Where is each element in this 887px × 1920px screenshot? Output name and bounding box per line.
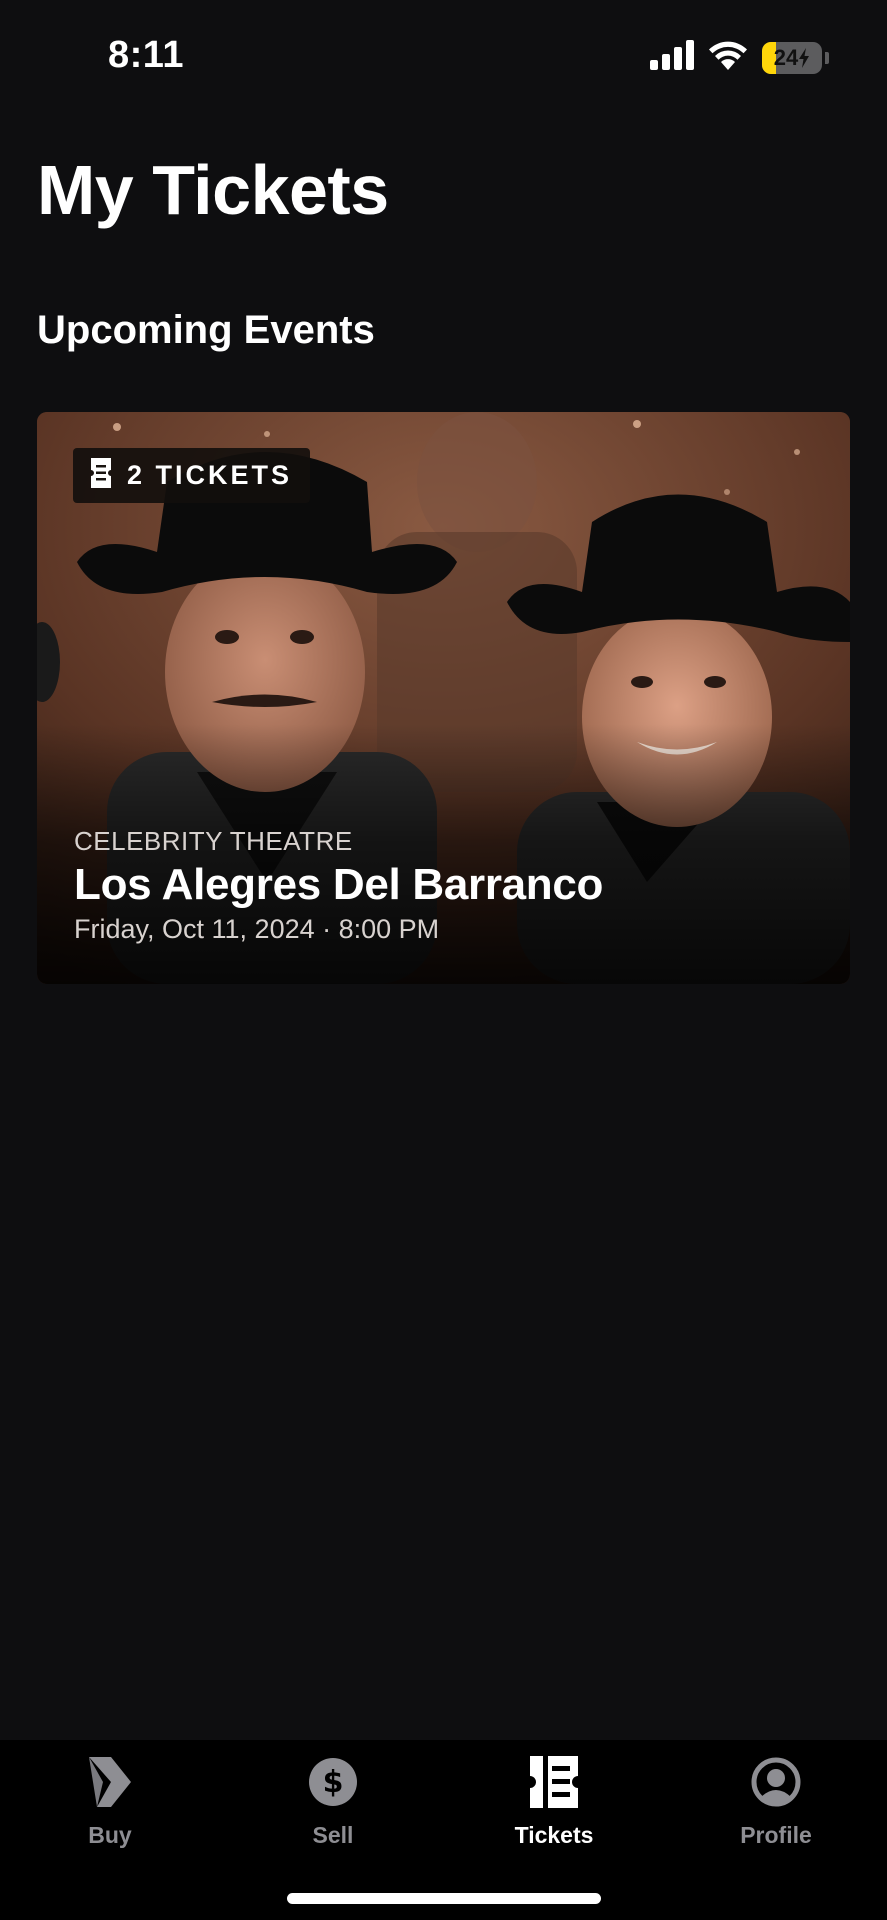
event-name: Los Alegres Del Barranco <box>74 860 604 909</box>
tab-tickets[interactable]: Tickets <box>474 1754 634 1874</box>
page-title: My Tickets <box>37 151 389 229</box>
tab-tickets-label: Tickets <box>514 1822 594 1848</box>
battery-indicator: 24 <box>762 41 822 74</box>
battery-nub <box>825 51 829 64</box>
profile-icon <box>748 1754 804 1810</box>
tab-profile[interactable]: Profile <box>696 1754 856 1874</box>
home-indicator[interactable] <box>287 1893 601 1904</box>
ticket-icon <box>526 1754 582 1810</box>
tab-sell[interactable]: $ Sell <box>253 1754 413 1874</box>
tab-sell-label: Sell <box>312 1822 354 1848</box>
bolt-icon <box>799 47 810 68</box>
dollar-icon: $ <box>305 1754 361 1810</box>
tab-buy-label: Buy <box>88 1822 132 1848</box>
my-tickets-screen: 8:11 24 My Tickets Upcoming Events 2 TIC… <box>0 0 887 1920</box>
status-bar: 8:11 24 <box>0 0 887 120</box>
ticket-icon <box>91 458 111 493</box>
tab-buy[interactable]: Buy <box>30 1754 190 1874</box>
event-datetime: Friday, Oct 11, 2024 · 8:00 PM <box>74 914 440 944</box>
section-title-upcoming-events: Upcoming Events <box>37 308 375 352</box>
ticket-count-label: 2 TICKETS <box>127 460 293 490</box>
ticket-count-badge: 2 TICKETS <box>73 448 311 503</box>
tab-profile-label: Profile <box>740 1822 812 1848</box>
svg-text:$: $ <box>323 1765 344 1800</box>
status-icons: 24 <box>650 40 829 75</box>
battery-charging-icon: 24 <box>762 41 829 74</box>
status-time: 8:11 <box>108 34 184 76</box>
event-venue: CELEBRITY THEATRE <box>74 826 353 856</box>
wifi-icon <box>708 40 748 75</box>
buy-chevron-icon <box>82 1754 138 1810</box>
battery-level: 24 <box>773 44 799 70</box>
event-card[interactable]: 2 TICKETS CELEBRITY THEATRE Los Alegres … <box>37 412 850 984</box>
cellular-signal-icon <box>650 40 694 75</box>
